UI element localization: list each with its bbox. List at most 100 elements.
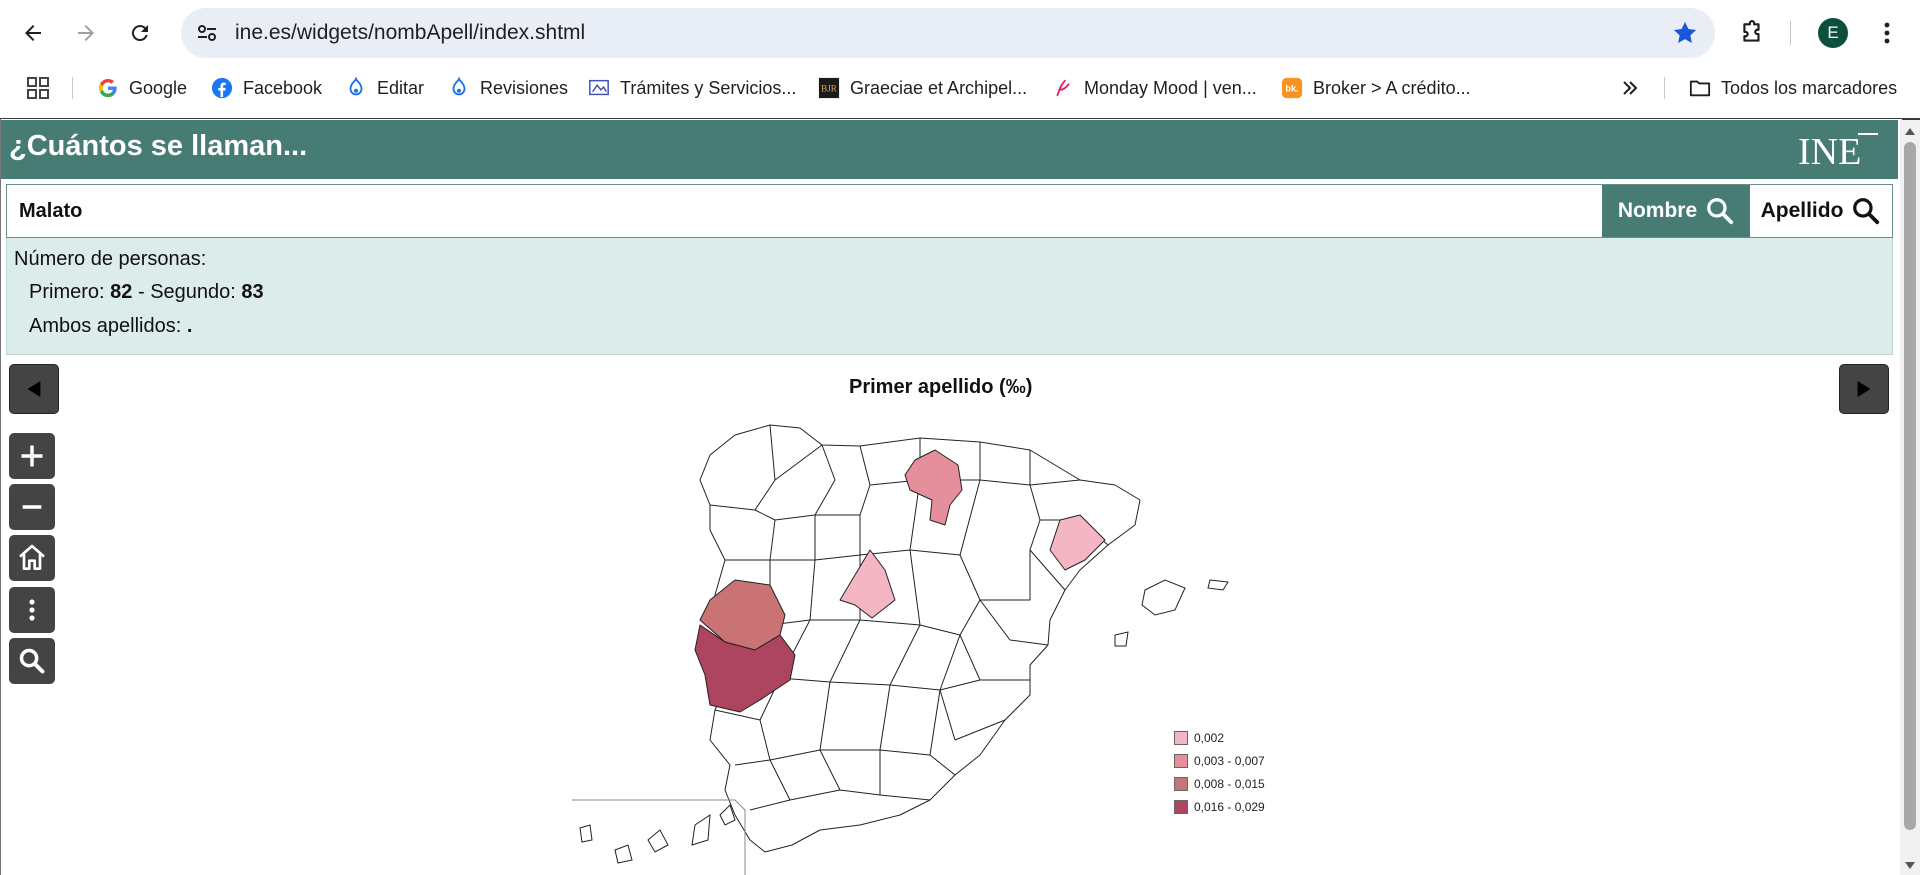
widget-header: ¿Cuántos se llaman... INE: [1, 120, 1898, 179]
ambos-value: .: [186, 315, 193, 337]
bookmarks-divider: [72, 77, 73, 99]
minus-icon: [22, 505, 42, 509]
canary-island: [614, 844, 633, 864]
legend-label: 0,003 - 0,007: [1194, 753, 1265, 768]
bookmark-label: Revisiones: [480, 77, 569, 98]
legend-swatch: [1174, 776, 1188, 791]
scroll-down-arrow-icon[interactable]: [1905, 862, 1915, 869]
bookmark-label: Broker > A crédito...: [1313, 77, 1471, 98]
forward-arrow-icon: [78, 25, 94, 41]
ambos-label: Ambos apellidos:: [29, 315, 182, 337]
bookmark-tramites[interactable]: Trámites y Servicios...: [588, 75, 796, 101]
legend-swatch: [1174, 753, 1188, 768]
legend-item: 0,016 - 0,029: [1174, 795, 1265, 818]
previous-map-button[interactable]: [9, 364, 59, 414]
scroll-up-arrow-icon[interactable]: [1905, 128, 1915, 135]
canary-island: [691, 814, 711, 846]
results-panel: Número de personas: Primero: 82 - Segund…: [6, 238, 1893, 355]
canary-island: [579, 824, 593, 843]
apps-grid-icon[interactable]: [26, 76, 50, 100]
monday-icon: [1056, 79, 1070, 97]
bjr-icon: BJR: [818, 77, 840, 99]
next-map-button[interactable]: [1839, 364, 1889, 414]
bookmarks-divider: [1664, 77, 1665, 99]
apellido-label: Apellido: [1760, 199, 1844, 222]
drupal-icon: [349, 77, 363, 96]
url-text[interactable]: ine.es/widgets/nombApell/index.shtml: [235, 21, 585, 45]
mallorca: [1141, 579, 1186, 616]
bookmark-broker[interactable]: bk. Broker > A crédito...: [1281, 75, 1471, 101]
zoom-out-button[interactable]: [9, 484, 55, 530]
kebab-menu-icon: [1884, 22, 1890, 44]
legend-swatch: [1174, 799, 1188, 814]
legend-label: 0,002: [1194, 730, 1225, 745]
more-bookmarks-chevron-icon[interactable]: [1618, 76, 1642, 100]
browser-menu-button[interactable]: [1872, 16, 1902, 50]
widget-title: ¿Cuántos se llaman...: [9, 130, 308, 162]
nombre-label: Nombre: [1617, 199, 1698, 222]
bookmark-editar[interactable]: Editar: [345, 75, 424, 101]
search-input[interactable]: [7, 185, 1602, 237]
more-options-button[interactable]: [9, 587, 55, 633]
bookmark-star-icon[interactable]: [1671, 19, 1699, 47]
zoom-in-button[interactable]: [9, 433, 55, 479]
search-icon: [1853, 198, 1880, 225]
legend-label: 0,016 - 0,029: [1194, 799, 1265, 814]
all-bookmarks-folder[interactable]: Todos los marcadores: [1689, 75, 1897, 101]
ibiza: [1114, 631, 1129, 647]
reload-button[interactable]: [120, 13, 160, 53]
bookmark-label: Trámites y Servicios...: [620, 77, 797, 98]
results-ambos: Ambos apellidos: .: [29, 315, 192, 338]
segundo-value: 83: [241, 281, 264, 303]
triangle-left-icon: [27, 381, 41, 397]
reload-icon: [131, 25, 148, 42]
map-legend: 0,002 0,003 - 0,007 0,008 - 0,015 0,016 …: [1174, 726, 1265, 818]
legend-label: 0,008 - 0,015: [1194, 776, 1265, 791]
bookmark-revisiones[interactable]: Revisiones: [448, 75, 568, 101]
facebook-icon: [211, 77, 233, 99]
vertical-dots-icon: [29, 599, 35, 621]
results-separator: -: [137, 281, 145, 303]
bookmark-label: Editar: [377, 77, 425, 98]
plus-icon: [21, 445, 43, 467]
triangle-right-icon: [1857, 381, 1871, 397]
bookmark-monday-mood[interactable]: Monday Mood | ven...: [1052, 75, 1257, 101]
legend-item: 0,008 - 0,015: [1174, 772, 1265, 795]
page-scrollbar[interactable]: [1900, 120, 1920, 875]
scrollbar-thumb[interactable]: [1904, 142, 1916, 830]
browser-toolbar: ine.es/widgets/nombApell/index.shtml E: [0, 0, 1920, 66]
svg-text:BJR: BJR: [821, 84, 838, 94]
legend-item: 0,002: [1174, 726, 1265, 749]
folder-icon: [1689, 80, 1711, 97]
ine-logo: INE: [1798, 131, 1878, 172]
toolbar-divider: [1790, 21, 1791, 45]
site-settings-icon[interactable]: [195, 21, 219, 45]
forward-button[interactable]: [66, 13, 106, 53]
segundo-label: Segundo:: [150, 281, 236, 303]
extensions-button[interactable]: [1733, 14, 1771, 52]
address-bar[interactable]: ine.es/widgets/nombApell/index.shtml: [181, 8, 1715, 58]
home-extent-button[interactable]: [9, 535, 55, 581]
search-icon: [1707, 198, 1734, 225]
bookmark-facebook[interactable]: Facebook: [211, 75, 322, 101]
legend-swatch: [1174, 730, 1188, 745]
map-search-button[interactable]: [9, 638, 55, 684]
bookmark-google[interactable]: Google: [97, 75, 187, 101]
back-arrow-icon: [25, 25, 41, 41]
bookmark-label: Facebook: [243, 77, 323, 98]
canary-island: [647, 829, 669, 853]
tramites-icon: [589, 79, 609, 96]
bookmarks-bar: Google Facebook Editar Revisiones Trámit…: [0, 66, 1920, 110]
search-nombre-button[interactable]: Nombre: [1602, 185, 1750, 237]
bookmark-graeciae[interactable]: BJR Graeciae et Archipel...: [818, 75, 1027, 101]
back-button[interactable]: [13, 13, 53, 53]
bookmark-label: Google: [129, 77, 188, 98]
results-primero-segundo: Primero: 82 - Segundo: 83: [29, 281, 264, 304]
bookmark-label: Monday Mood | ven...: [1084, 77, 1257, 98]
bookmark-label: Graeciae et Archipel...: [850, 77, 1028, 98]
search-apellido-button[interactable]: Apellido: [1750, 185, 1892, 237]
broker-icon: bk.: [1281, 77, 1303, 99]
profile-avatar[interactable]: E: [1818, 18, 1848, 48]
legend-item: 0,003 - 0,007: [1174, 749, 1265, 772]
search-bar: Nombre Apellido: [6, 184, 1893, 238]
